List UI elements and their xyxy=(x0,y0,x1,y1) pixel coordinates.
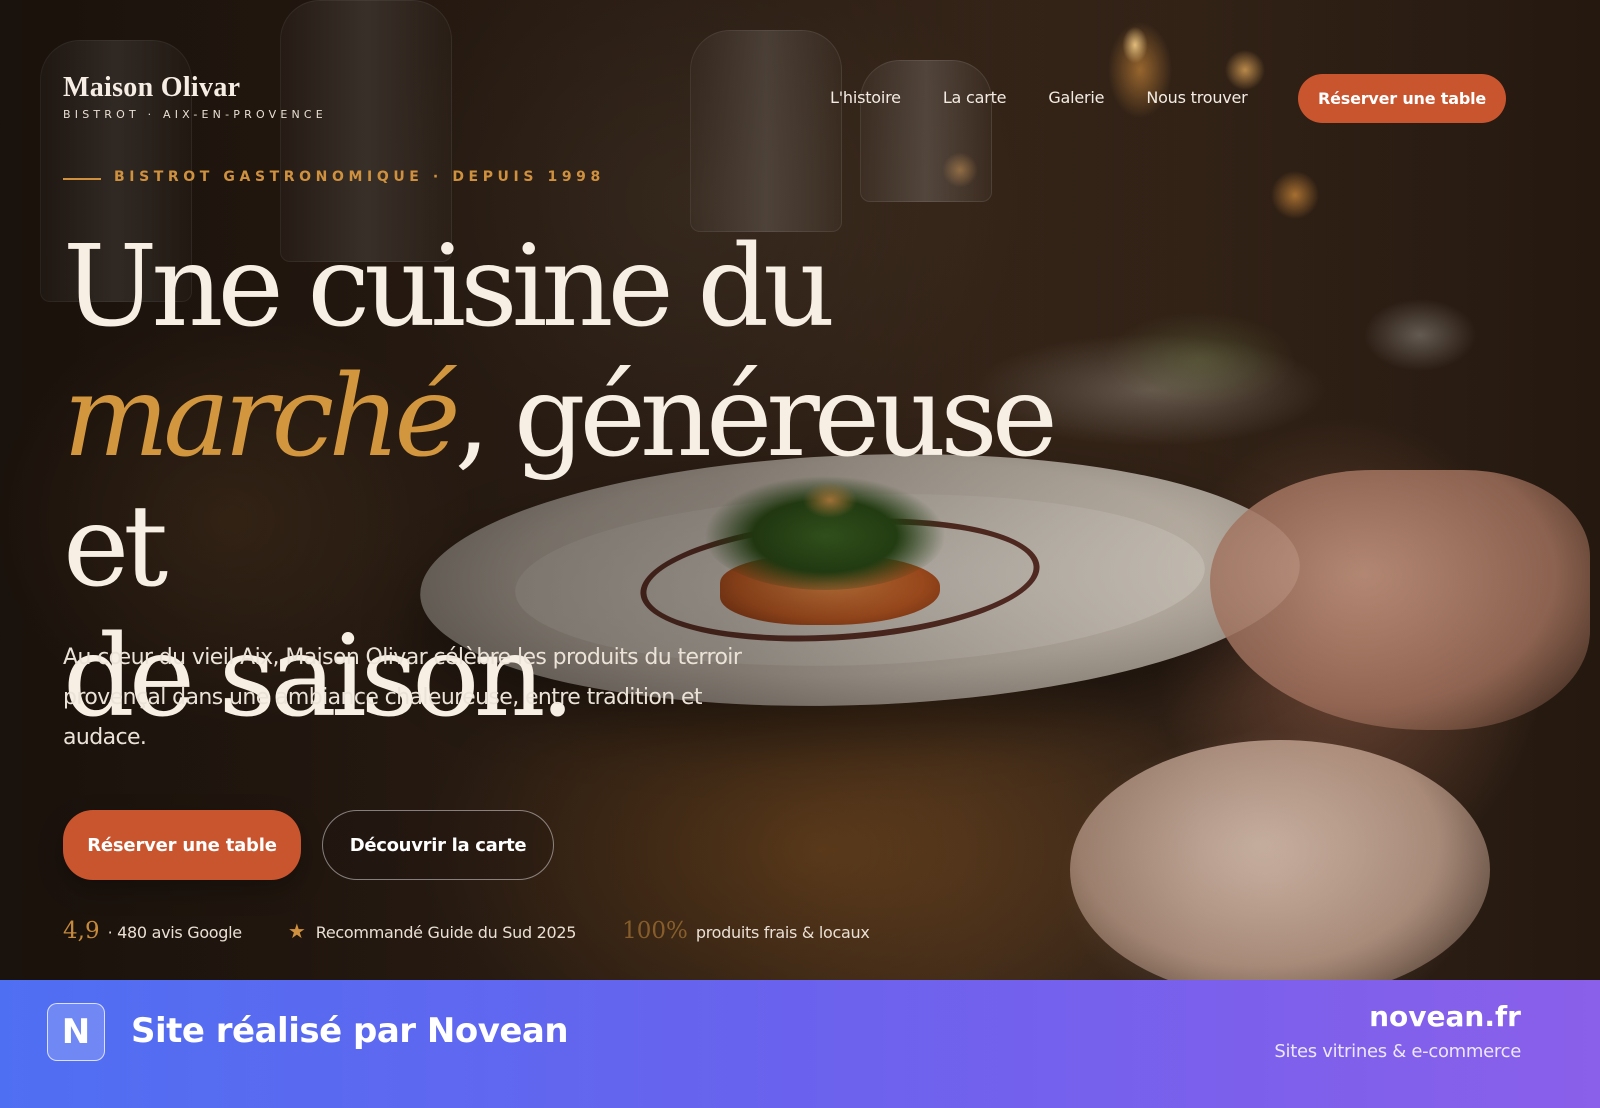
star-icon: ★ xyxy=(287,921,306,943)
stat-local-products: 100% produits frais & locaux xyxy=(622,918,870,944)
headline-accent: marché xyxy=(63,352,461,482)
stat-local-text: produits frais & locaux xyxy=(695,923,870,942)
nav-reserve-button[interactable]: Réserver une table xyxy=(1298,74,1506,123)
hero-reserve-button[interactable]: Réserver une table xyxy=(63,810,301,880)
banner-domain-link[interactable]: novean.fr xyxy=(1369,1000,1521,1033)
stat-rating-value: 4,9 xyxy=(63,918,100,944)
stat-guide-text: Recommandé Guide du Sud 2025 xyxy=(315,923,577,942)
nav-link-carte[interactable]: La carte xyxy=(943,88,1007,107)
stat-rating-text: · 480 avis Google xyxy=(107,923,243,942)
logo-name[interactable]: Maison Olivar xyxy=(63,72,240,104)
eyebrow-divider xyxy=(63,178,101,180)
hero-eyebrow: BISTROT GASTRONOMIQUE · DEPUIS 1998 xyxy=(114,169,605,185)
headline-part1: Une cuisine du xyxy=(63,222,835,352)
discover-menu-button[interactable]: Découvrir la carte xyxy=(322,810,554,880)
hero-description: Au cœur du vieil Aix, Maison Olivar célè… xyxy=(63,645,742,750)
nav-link-nous-trouver[interactable]: Nous trouver xyxy=(1146,88,1247,107)
novean-logo-badge: N xyxy=(47,1003,105,1061)
logo-tagline: BISTROT · AIX-EN-PROVENCE xyxy=(63,108,327,121)
stat-guide: ★ Recommandé Guide du Sud 2025 xyxy=(287,919,577,944)
main-nav: L'histoire La carte Galerie Nous trouver xyxy=(830,88,1248,107)
hero-stats: 4,9 · 480 avis Google ★ Recommandé Guide… xyxy=(63,918,916,944)
nav-link-galerie[interactable]: Galerie xyxy=(1048,88,1104,107)
stat-google-rating: 4,9 · 480 avis Google xyxy=(63,918,242,944)
banner-title: Site réalisé par Novean xyxy=(131,1011,569,1051)
stat-local-value: 100% xyxy=(622,918,688,944)
banner-subtitle: Sites vitrines & e-commerce xyxy=(1274,1041,1521,1062)
nav-link-histoire[interactable]: L'histoire xyxy=(830,88,901,107)
